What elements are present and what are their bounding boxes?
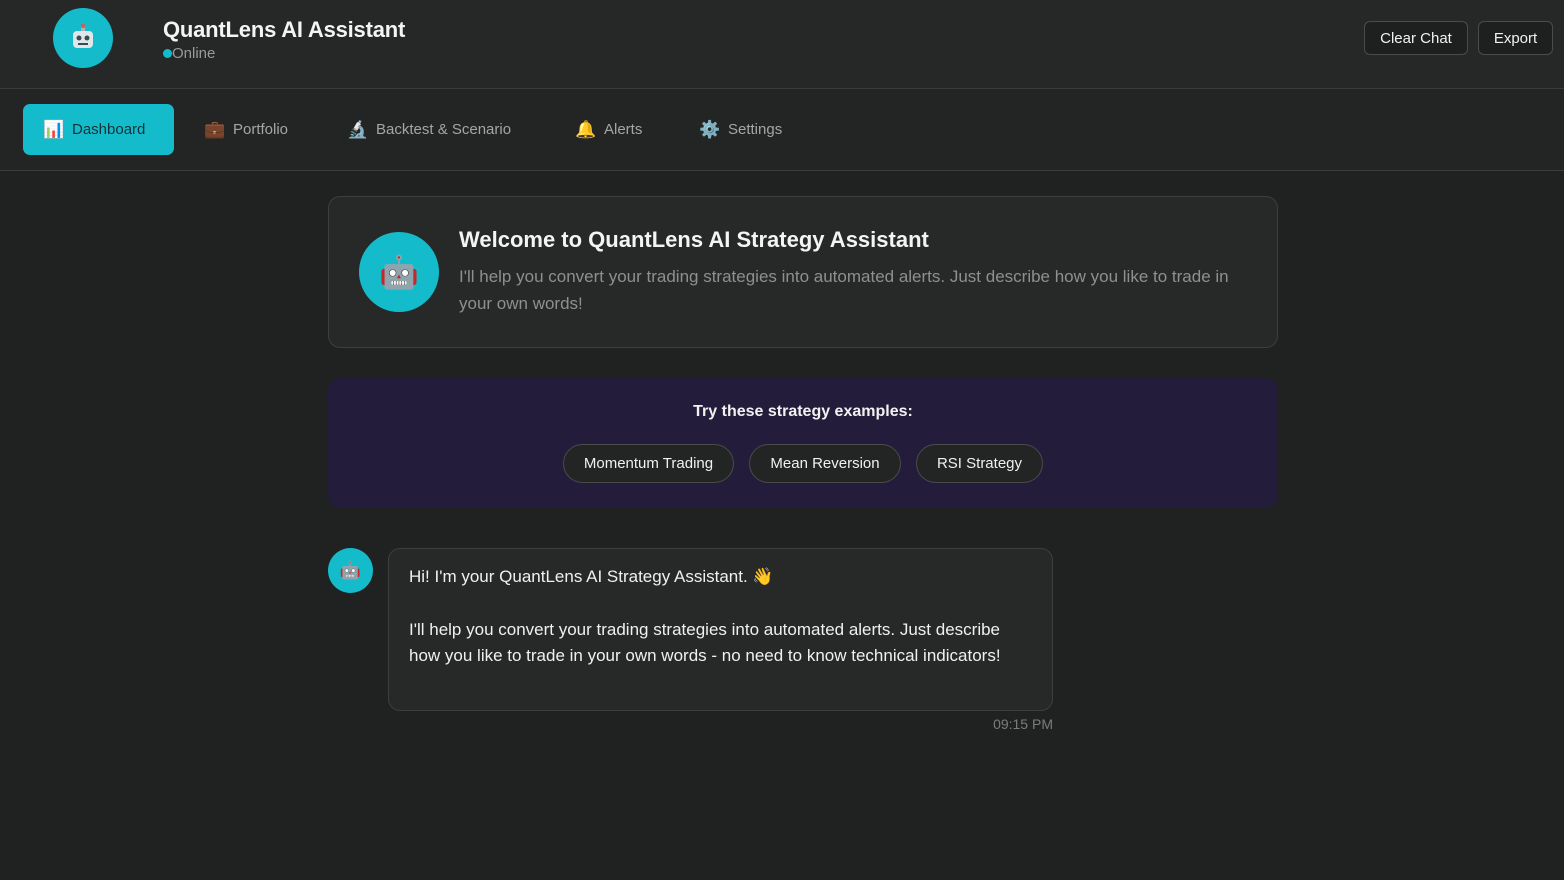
briefcase-icon: 💼 xyxy=(204,119,226,139)
welcome-title: Welcome to QuantLens AI Strategy Assista… xyxy=(459,227,929,252)
robot-icon: 🤖 xyxy=(359,232,439,312)
app-title: QuantLens AI Assistant xyxy=(163,17,406,42)
online-dot-icon xyxy=(163,49,172,58)
status-text: Online xyxy=(172,45,216,62)
welcome-description: I'll help you convert your trading strat… xyxy=(459,267,1229,313)
tab-portfolio[interactable]: 💼 Portfolio xyxy=(184,104,308,155)
export-button[interactable]: Export xyxy=(1478,21,1553,55)
bell-icon: 🔔 xyxy=(575,119,597,139)
gear-icon: ⚙️ xyxy=(699,119,721,139)
tab-dashboard[interactable]: 📊 Dashboard xyxy=(23,104,174,155)
robot-icon: 🤖 xyxy=(328,548,373,593)
welcome-card: 🤖 Welcome to QuantLens AI Strategy Assis… xyxy=(328,196,1278,348)
tab-label: Dashboard xyxy=(72,121,146,138)
tab-alerts[interactable]: 🔔 Alerts xyxy=(555,104,662,155)
example-chip-rsi[interactable]: RSI Strategy xyxy=(916,444,1043,483)
tab-label: Portfolio xyxy=(233,121,289,138)
status-indicator: Online xyxy=(163,45,215,62)
tab-label: Backtest & Scenario xyxy=(376,121,512,138)
examples-title: Try these strategy examples: xyxy=(693,403,913,420)
strategy-examples-panel: Try these strategy examples: Momentum Tr… xyxy=(328,378,1278,508)
microscope-icon: 🔬 xyxy=(347,119,369,139)
message-body: I'll help you convert your trading strat… xyxy=(409,619,1001,666)
tab-label: Settings xyxy=(728,121,783,138)
bar-chart-icon: 📊 xyxy=(43,119,65,139)
clear-chat-button[interactable]: Clear Chat xyxy=(1364,21,1468,55)
main-nav: 📊 Dashboard 💼 Portfolio 🔬 Backtest & Sce… xyxy=(0,89,1564,171)
robot-icon xyxy=(53,8,113,68)
example-chip-mean-reversion[interactable]: Mean Reversion xyxy=(749,444,901,483)
message-timestamp: 09:15 PM xyxy=(993,716,1053,732)
message-greeting: Hi! I'm your QuantLens AI Strategy Assis… xyxy=(409,567,774,586)
tab-backtest-scenario[interactable]: 🔬 Backtest & Scenario xyxy=(327,104,531,155)
example-chip-momentum[interactable]: Momentum Trading xyxy=(563,444,734,483)
app-header: QuantLens AI Assistant Online Clear Chat… xyxy=(0,0,1564,89)
assistant-message: Hi! I'm your QuantLens AI Strategy Assis… xyxy=(388,548,1053,711)
tab-label: Alerts xyxy=(604,121,643,138)
tab-settings[interactable]: ⚙️ Settings xyxy=(679,104,802,155)
